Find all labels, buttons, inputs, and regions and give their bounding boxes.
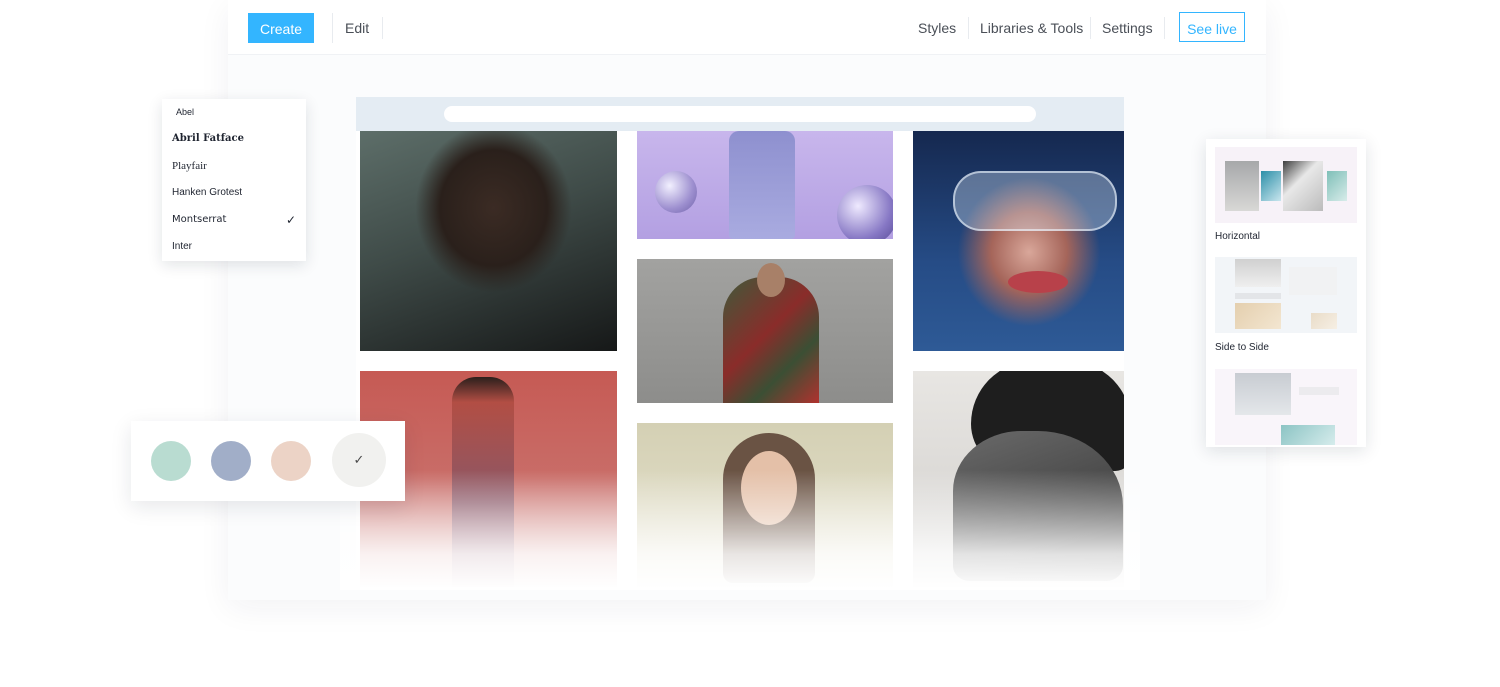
gallery-photo-portrait-dark[interactable] [360,131,617,351]
thumb-image [1235,303,1281,329]
gallery-photo-camo-jacket[interactable] [637,259,893,403]
libraries-tools-tab[interactable]: Libraries & Tools [980,13,1083,43]
thumb-image [1235,259,1281,287]
thumb-image [1235,373,1291,415]
divider [1164,17,1165,39]
styles-tab[interactable]: Styles [918,13,956,43]
gallery-photo-goggles[interactable] [913,131,1124,351]
font-option-montserrat[interactable]: Montserrat [172,214,226,225]
thumb-text-block [1299,387,1339,395]
color-palette-panel: ✓ [131,421,405,501]
goggles-shape [953,171,1117,231]
divider [1090,17,1091,39]
thumb-image [1289,267,1337,295]
font-option-playfair[interactable]: Playfair [172,160,207,172]
layout-options-panel: Horizontal Side to Side [1206,139,1366,447]
thumb-image [1261,171,1281,201]
figure-shape [729,131,795,239]
layout-label-horizontal: Horizontal [1215,231,1261,242]
divider [968,17,969,39]
edit-tab[interactable]: Edit [332,13,384,43]
layout-thumb-side-to-side[interactable] [1215,257,1357,333]
swatch-selected-neutral[interactable]: ✓ [332,433,386,487]
checkmark-icon: ✓ [285,213,296,227]
thumb-image [1281,425,1335,445]
font-option-abril-fatface[interactable]: Abril Fatface [172,133,244,144]
font-option-inter[interactable]: Inter [172,241,192,252]
lips-shape [1008,271,1068,293]
layout-thumb-horizontal[interactable] [1215,147,1357,223]
font-picker-menu: Abel Abril Fatface Playfair Hanken Grote… [162,99,306,261]
sphere-shape [655,171,697,213]
checkmark-icon: ✓ [353,452,365,467]
sphere-shape [837,185,893,239]
see-live-button[interactable]: See live [1179,12,1245,42]
create-button[interactable]: Create [248,13,314,43]
browser-toolbar [356,97,1124,131]
font-option-hanken-grotest[interactable]: Hanken Grotest [172,187,242,198]
thumb-image [1311,313,1337,329]
editor-topbar: Create Edit Styles Libraries & Tools Set… [228,0,1266,55]
gallery-photo-lavender-spheres[interactable] [637,131,893,239]
bottom-fade-overlay [340,470,1140,590]
swatch-mint[interactable] [151,441,191,481]
address-bar[interactable] [444,106,1036,122]
settings-tab[interactable]: Settings [1102,13,1153,43]
layout-label-side-to-side: Side to Side [1215,342,1269,353]
layout-thumb-third[interactable] [1215,369,1357,445]
thumb-image [1283,161,1323,211]
swatch-slate-blue[interactable] [211,441,251,481]
font-option-abel[interactable]: Abel [176,107,194,117]
swatch-peach[interactable] [271,441,311,481]
thumb-image [1327,171,1347,201]
thumb-text-block [1235,293,1281,299]
thumb-image [1225,161,1259,211]
head-shape [757,263,785,297]
